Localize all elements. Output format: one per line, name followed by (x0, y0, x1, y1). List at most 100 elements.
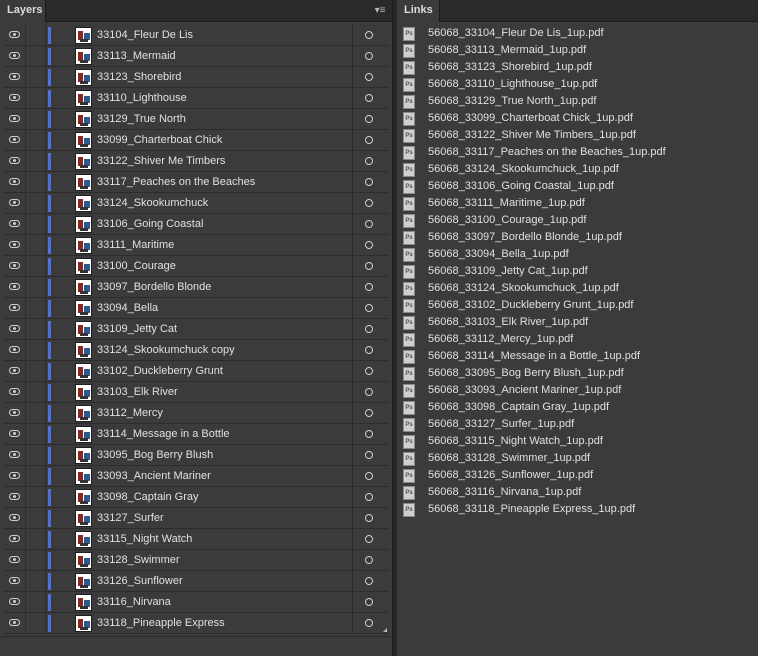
lock-toggle[interactable] (27, 466, 46, 486)
lock-toggle[interactable] (27, 445, 46, 465)
layer-name[interactable]: 33098_Captain Gray (97, 487, 199, 507)
link-row[interactable]: Ps 56068_33111_Maritime_1up.pdf (403, 195, 758, 212)
layer-row[interactable]: 33117_Peaches on the Beaches (4, 172, 389, 193)
link-name[interactable]: 56068_33124_Skookumchuck_1up.pdf (428, 161, 619, 178)
target-button[interactable] (352, 340, 389, 360)
lock-toggle[interactable] (27, 193, 46, 213)
layer-name[interactable]: 33095_Bog Berry Blush (97, 445, 213, 465)
link-row[interactable]: Ps 56068_33106_Going Coastal_1up.pdf (403, 178, 758, 195)
visibility-toggle[interactable] (4, 613, 26, 633)
link-name[interactable]: 56068_33094_Bella_1up.pdf (428, 246, 569, 263)
link-name[interactable]: 56068_33103_Elk River_1up.pdf (428, 314, 588, 331)
target-button[interactable] (352, 424, 389, 444)
link-name[interactable]: 56068_33123_Shorebird_1up.pdf (428, 59, 592, 76)
lock-toggle[interactable] (27, 487, 46, 507)
target-button[interactable] (352, 508, 389, 528)
link-row[interactable]: Ps 56068_33093_Ancient Mariner_1up.pdf (403, 382, 758, 399)
visibility-toggle[interactable] (4, 340, 26, 360)
link-name[interactable]: 56068_33115_Night Watch_1up.pdf (428, 433, 603, 450)
link-name[interactable]: 56068_33104_Fleur De Lis_1up.pdf (428, 25, 604, 42)
link-row[interactable]: Ps 56068_33099_Charterboat Chick_1up.pdf (403, 110, 758, 127)
link-row[interactable]: Ps 56068_33094_Bella_1up.pdf (403, 246, 758, 263)
link-name[interactable]: 56068_33113_Mermaid_1up.pdf (428, 42, 586, 59)
layer-row[interactable]: 33103_Elk River (4, 382, 389, 403)
target-button[interactable] (352, 214, 389, 234)
lock-toggle[interactable] (27, 424, 46, 444)
visibility-toggle[interactable] (4, 382, 26, 402)
visibility-toggle[interactable] (4, 88, 26, 108)
link-name[interactable]: 56068_33126_Sunflower_1up.pdf (428, 467, 593, 484)
target-button[interactable] (352, 88, 389, 108)
target-button[interactable] (352, 361, 389, 381)
lock-toggle[interactable] (27, 130, 46, 150)
link-row[interactable]: Ps 56068_33114_Message in a Bottle_1up.pd… (403, 348, 758, 365)
target-button[interactable] (352, 466, 389, 486)
layer-row[interactable]: 33102_Duckleberry Grunt (4, 361, 389, 382)
layer-name[interactable]: 33094_Bella (97, 298, 158, 318)
link-row[interactable]: Ps 56068_33097_Bordello Blonde_1up.pdf (403, 229, 758, 246)
target-button[interactable] (352, 256, 389, 276)
layer-name[interactable]: 33100_Courage (97, 256, 176, 276)
lock-toggle[interactable] (27, 46, 46, 66)
lock-toggle[interactable] (27, 67, 46, 87)
layer-name[interactable]: 33124_Skookumchuck (97, 193, 208, 213)
layer-row[interactable]: 33113_Mermaid (4, 46, 389, 67)
link-name[interactable]: 56068_33099_Charterboat Chick_1up.pdf (428, 110, 633, 127)
layer-name[interactable]: 33128_Swimmer (97, 550, 180, 570)
layer-row[interactable]: 33127_Surfer (4, 508, 389, 529)
visibility-toggle[interactable] (4, 550, 26, 570)
layer-row[interactable]: 33111_Maritime (4, 235, 389, 256)
lock-toggle[interactable] (27, 592, 46, 612)
lock-toggle[interactable] (27, 382, 46, 402)
tab-links[interactable]: Links (397, 0, 440, 22)
layer-name[interactable]: 33118_Pineapple Express (97, 613, 225, 633)
layer-name[interactable]: 33117_Peaches on the Beaches (97, 172, 255, 192)
layer-row[interactable]: 33129_True North (4, 109, 389, 130)
link-name[interactable]: 56068_33112_Mercy_1up.pdf (428, 331, 573, 348)
visibility-toggle[interactable] (4, 361, 26, 381)
layer-name[interactable]: 33099_Charterboat Chick (97, 130, 222, 150)
link-row[interactable]: Ps 56068_33118_Pineapple Express_1up.pdf (403, 501, 758, 518)
visibility-toggle[interactable] (4, 319, 26, 339)
layer-name[interactable]: 33103_Elk River (97, 382, 178, 402)
link-row[interactable]: Ps 56068_33098_Captain Gray_1up.pdf (403, 399, 758, 416)
layer-name[interactable]: 33116_Nirvana (97, 592, 171, 612)
layer-name[interactable]: 33114_Message in a Bottle (97, 424, 230, 444)
visibility-toggle[interactable] (4, 277, 26, 297)
layer-row[interactable]: 33093_Ancient Mariner (4, 466, 389, 487)
link-row[interactable]: Ps 56068_33112_Mercy_1up.pdf (403, 331, 758, 348)
target-button[interactable] (352, 613, 389, 633)
visibility-toggle[interactable] (4, 403, 26, 423)
link-row[interactable]: Ps 56068_33115_Night Watch_1up.pdf (403, 433, 758, 450)
target-button[interactable] (352, 487, 389, 507)
target-button[interactable] (352, 298, 389, 318)
layer-row[interactable]: 33095_Bog Berry Blush (4, 445, 389, 466)
link-row[interactable]: Ps 56068_33127_Surfer_1up.pdf (403, 416, 758, 433)
layer-row[interactable]: 33097_Bordello Blonde (4, 277, 389, 298)
target-button[interactable] (352, 382, 389, 402)
layer-row[interactable]: 33099_Charterboat Chick (4, 130, 389, 151)
link-name[interactable]: 56068_33095_Bog Berry Blush_1up.pdf (428, 365, 624, 382)
target-button[interactable] (352, 571, 389, 591)
layer-row[interactable]: 33109_Jetty Cat (4, 319, 389, 340)
link-row[interactable]: Ps 56068_33129_True North_1up.pdf (403, 93, 758, 110)
lock-toggle[interactable] (27, 235, 46, 255)
visibility-toggle[interactable] (4, 298, 26, 318)
layer-row[interactable]: 33115_Night Watch (4, 529, 389, 550)
link-name[interactable]: 56068_33098_Captain Gray_1up.pdf (428, 399, 609, 416)
layer-name[interactable]: 33115_Night Watch (97, 529, 192, 549)
target-button[interactable] (352, 403, 389, 423)
lock-toggle[interactable] (27, 109, 46, 129)
lock-toggle[interactable] (27, 340, 46, 360)
visibility-toggle[interactable] (4, 235, 26, 255)
lock-toggle[interactable] (27, 151, 46, 171)
link-name[interactable]: 56068_33106_Going Coastal_1up.pdf (428, 178, 614, 195)
layer-row[interactable]: 33124_Skookumchuck (4, 193, 389, 214)
link-name[interactable]: 56068_33117_Peaches on the Beaches_1up.p… (428, 144, 666, 161)
link-row[interactable]: Ps 56068_33110_Lighthouse_1up.pdf (403, 76, 758, 93)
link-row[interactable]: Ps 56068_33126_Sunflower_1up.pdf (403, 467, 758, 484)
lock-toggle[interactable] (27, 298, 46, 318)
lock-toggle[interactable] (27, 25, 46, 45)
visibility-toggle[interactable] (4, 529, 26, 549)
link-row[interactable]: Ps 56068_33100_Courage_1up.pdf (403, 212, 758, 229)
